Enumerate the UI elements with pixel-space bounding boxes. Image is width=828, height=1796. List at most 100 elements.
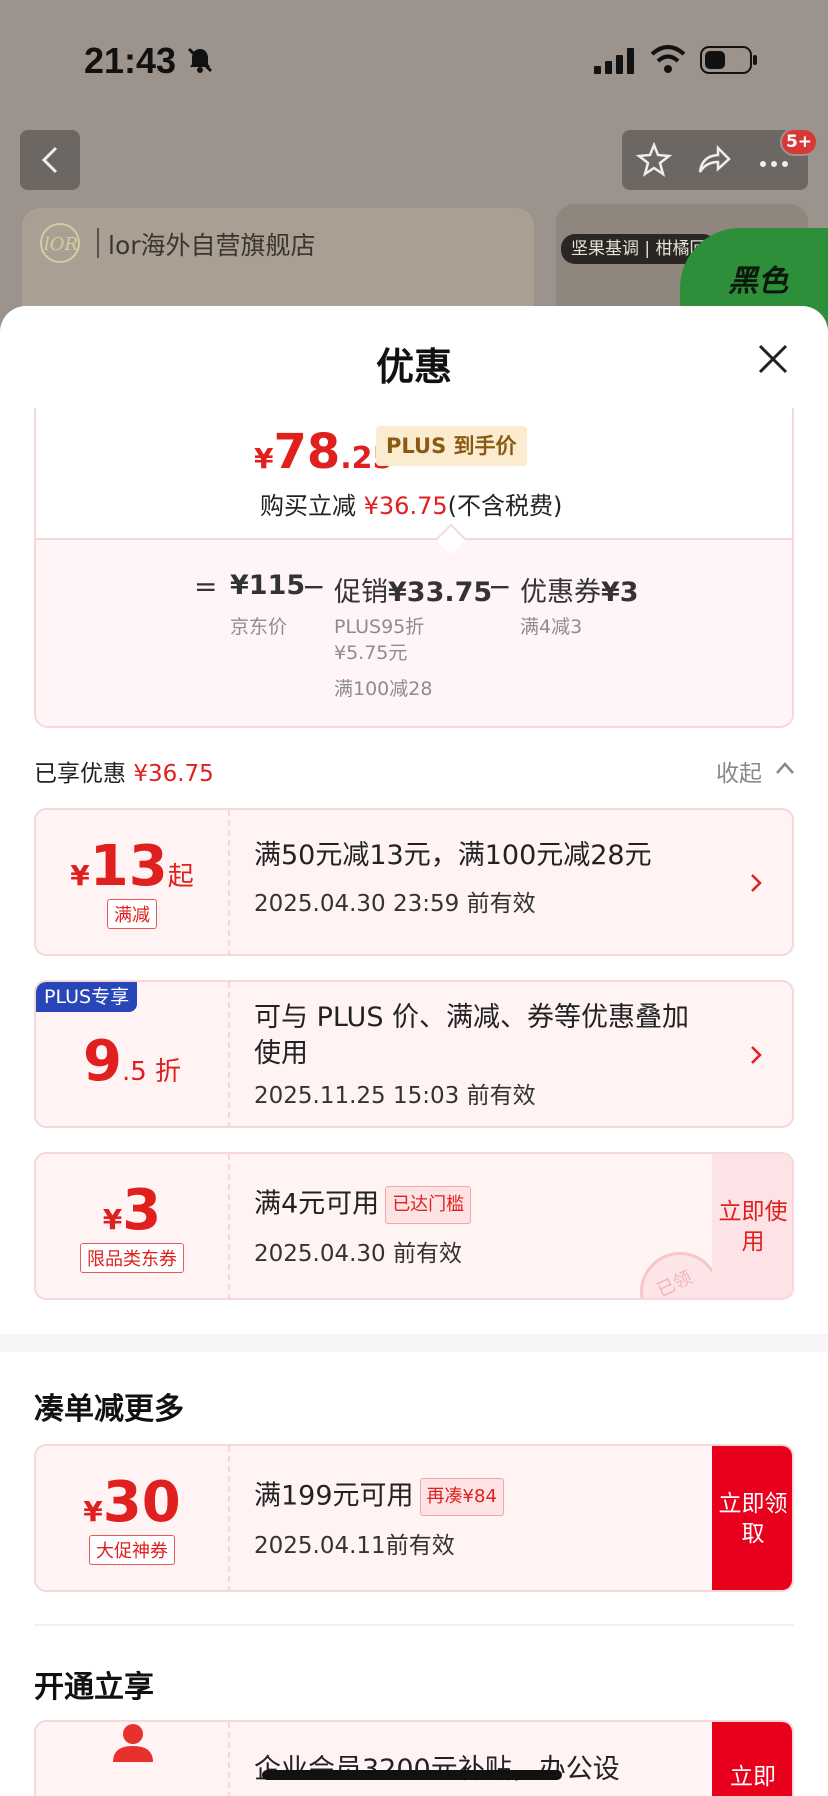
reduce-amount: ¥36.75 xyxy=(363,492,448,520)
more-section-title: 凑单减更多 xyxy=(34,1392,184,1427)
minus-sign: − xyxy=(488,570,512,603)
chevron-right-icon[interactable] xyxy=(748,1042,764,1068)
sheet-title: 优惠 xyxy=(375,345,452,389)
promo-label: 促销 xyxy=(334,577,388,608)
discount-sheet: 优惠 ¥ 78 .25 PLUS 到手价 购买立减 ¥36.75(不含税费) =… xyxy=(0,306,828,1796)
notification-badge: 5+ xyxy=(780,128,818,156)
status-bar: 21:43 xyxy=(0,0,828,110)
collapse-button[interactable]: 收起 xyxy=(716,754,762,788)
coupon-value: ¥3 xyxy=(601,577,639,608)
coupon-date: 2025.04.30 前有效 xyxy=(254,1241,462,1267)
price-summary: ¥ 78 .25 PLUS 到手价 购买立减 ¥36.75(不含税费) xyxy=(36,408,792,540)
jd-price-label: 京东价 xyxy=(230,616,288,638)
coupon-value: 3 xyxy=(122,1178,162,1243)
promo-value: ¥33.75 xyxy=(388,577,493,608)
coupon-amount: ¥13 起 xyxy=(70,837,193,897)
coupon-amount: ¥3 xyxy=(103,1181,161,1241)
reduce-suffix: (不含税费) xyxy=(447,492,563,520)
minus-sign: − xyxy=(302,570,326,603)
coupon-suffix: 起 xyxy=(167,862,194,892)
coupon-divider xyxy=(228,1154,230,1298)
reduce-prefix: 购买立减 xyxy=(260,492,364,520)
coupon-card[interactable]: PLUS专享 9.5 折 可与 PLUS 价、满减、券等优惠叠加使用 2025.… xyxy=(34,980,794,1128)
open-section-title: 开通立享 xyxy=(34,1670,154,1705)
promo-sub-full-reduction: 满100减28 xyxy=(334,678,433,700)
coupon-value: 30 xyxy=(102,1470,181,1535)
coupon-value-block: 9.5 折 xyxy=(36,982,228,1126)
store-logo-icon: lOR xyxy=(40,223,80,263)
open-now-button[interactable]: 立即 xyxy=(712,1722,792,1796)
coupon-title-row: 满4元可用 已达门槛 xyxy=(254,1186,472,1224)
star-icon[interactable] xyxy=(636,142,672,178)
add-more-badge: 再凑¥84 xyxy=(419,1478,504,1516)
use-now-button[interactable]: 立即使用 xyxy=(712,1154,792,1298)
coupon-title: 满199元可用 xyxy=(254,1480,414,1512)
background-page: 21:43 5+ lOR lor海外自营旗舰店 坚果基调 | 柑橘回 黑色 xyxy=(0,0,828,330)
equals-sign: = xyxy=(194,570,218,603)
coupon-card[interactable]: ¥13 起 满减 满50元减13元，满100元减28元 2025.04.30 23… xyxy=(34,808,794,956)
section-gap xyxy=(0,1334,828,1352)
final-price: ¥ 78 .25 xyxy=(254,424,393,480)
svg-text:lOR: lOR xyxy=(44,234,78,255)
person-icon xyxy=(113,1724,153,1762)
coupon-label: 优惠券 xyxy=(520,577,601,608)
coupon-title: 满4元可用 xyxy=(254,1188,380,1220)
section-divider xyxy=(34,1624,794,1626)
price-formula: = ¥115 京东价 − 促销¥33.75 PLUS95折 ¥5.75元 满10… xyxy=(36,540,792,726)
chevron-left-icon xyxy=(41,146,58,174)
coupon-currency: ¥ xyxy=(102,1203,123,1236)
coupon-suffix: .5 折 xyxy=(121,1057,182,1087)
home-indicator xyxy=(262,1770,562,1780)
chevron-up-icon[interactable] xyxy=(774,760,796,776)
coupon-tag: 大促神券 xyxy=(89,1535,175,1565)
status-time: 21:43 xyxy=(84,40,177,81)
chevron-right-icon[interactable] xyxy=(748,870,764,896)
share-icon[interactable] xyxy=(696,142,732,178)
coupon-card: ¥3 限品类东券 满4元可用 已达门槛 2025.04.30 前有效 已领 立即使… xyxy=(34,1152,794,1300)
wifi-icon xyxy=(650,45,686,73)
coupon-divider xyxy=(228,810,230,954)
reduce-line: 购买立减 ¥36.75(不含税费) xyxy=(260,486,562,521)
coupon-card[interactable]: ¥30 大促神券 满199元可用 再凑¥84 2025.04.11前有效 立即领取 xyxy=(34,1444,794,1592)
coupon-value-block: ¥3 限品类东券 xyxy=(36,1154,228,1298)
coupon-value-block: ¥13 起 满减 xyxy=(36,810,228,954)
enjoyed-discount: 已享优惠 ¥36.75 xyxy=(34,754,214,788)
threshold-badge: 已达门槛 xyxy=(385,1186,472,1224)
claim-now-button[interactable]: 立即领取 xyxy=(712,1446,792,1590)
store-separator xyxy=(97,228,99,258)
green-promo-text: 黑色 xyxy=(728,264,788,299)
coupon-tag: 限品类东券 xyxy=(80,1243,184,1273)
store-name: lor海外自营旗舰店 xyxy=(108,231,316,260)
coupon-sub: 满4减3 xyxy=(520,616,583,638)
price-integer: 78 xyxy=(273,424,341,480)
coupon-title-row: 满199元可用 再凑¥84 xyxy=(254,1478,504,1516)
jd-price: ¥115 xyxy=(230,570,306,601)
coupon-tag: 满减 xyxy=(107,899,157,929)
coupon-value: 9 xyxy=(82,1029,122,1094)
coupon-currency: ¥ xyxy=(70,859,90,892)
coupon-total: 优惠券¥3 xyxy=(520,570,639,609)
promo-total: 促销¥33.75 xyxy=(334,570,492,609)
promo-sub-plus: PLUS95折 xyxy=(334,616,425,638)
promo-sub-amount: ¥5.75元 xyxy=(334,642,408,664)
cellular-signal-icon xyxy=(594,48,634,74)
coupon-currency: ¥ xyxy=(83,1495,103,1528)
coupon-title: 满50元减13元，满100元减28元 xyxy=(254,840,652,871)
coupon-date: 2025.11.25 15:03 前有效 xyxy=(254,1083,536,1109)
coupon-divider xyxy=(228,1446,230,1590)
price-breakdown: ¥ 78 .25 PLUS 到手价 购买立减 ¥36.75(不含税费) = ¥1… xyxy=(34,408,794,728)
battery-icon xyxy=(700,46,757,74)
coupon-date: 2025.04.30 23:59 前有效 xyxy=(254,891,536,917)
coupon-value-block: ¥30 大促神券 xyxy=(36,1446,228,1590)
coupon-amount: 9.5 折 xyxy=(83,1032,181,1092)
coupon-amount: ¥30 xyxy=(83,1473,180,1533)
close-icon[interactable] xyxy=(756,342,790,376)
mute-bell-icon xyxy=(187,47,213,73)
card-divider xyxy=(228,1722,230,1796)
currency-symbol: ¥ xyxy=(254,442,274,475)
enjoyed-amount: ¥36.75 xyxy=(133,761,214,787)
plus-price-tag: PLUS 到手价 xyxy=(376,426,527,466)
coupon-value: 13 xyxy=(89,834,168,899)
coupon-title: 可与 PLUS 价、满减、券等优惠叠加使用 xyxy=(254,1002,690,1069)
back-button[interactable] xyxy=(20,130,80,190)
